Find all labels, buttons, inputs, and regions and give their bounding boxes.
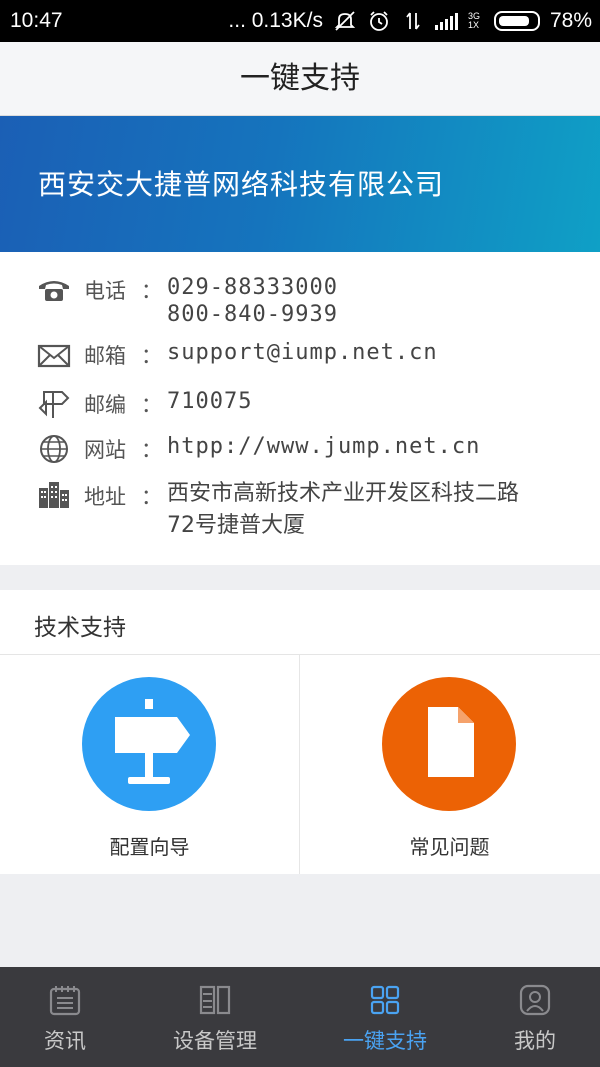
title-bar: 一键支持 (0, 42, 600, 116)
website-value[interactable]: htpp://www.jump.net.cn (167, 433, 577, 460)
status-bar: 10:47 ... 0.13K/s 3G 1X 78% (0, 0, 600, 42)
data-transfer-icon (406, 12, 420, 30)
config-wizard-tile[interactable]: 配置向导 (0, 655, 299, 874)
nav-device-label: 设备管理 (173, 1029, 257, 1053)
battery-icon (493, 11, 540, 31)
nav-news[interactable]: 资讯 (0, 967, 130, 1067)
address-label: 地址 (84, 485, 126, 509)
email-value[interactable]: support@iump.net.cn (167, 339, 577, 366)
phone-icon (39, 281, 69, 301)
status-time: 10:47 (10, 9, 63, 32)
nav-device-management[interactable]: 设备管理 (150, 967, 280, 1067)
page-title: 一键支持 (240, 61, 360, 96)
document-icon (428, 707, 474, 777)
signpost-icon (38, 391, 70, 418)
company-name: 西安交大捷普网络科技有限公司 (38, 168, 445, 201)
company-banner: 西安交大捷普网络科技有限公司 (0, 116, 600, 252)
battery-level: 78% (549, 9, 592, 32)
nav-news-label: 资讯 (44, 1029, 86, 1053)
contact-info-card: 电话 ： 029-88333000 800-840-9939 邮箱 ： supp… (0, 252, 600, 565)
alarm-icon (370, 11, 388, 31)
address-line-1: 西安市高新技术产业开发区科技二路 (167, 481, 520, 506)
tech-support-grid: 配置向导 常见问题 (0, 655, 600, 874)
nav-support-label: 一键支持 (343, 1029, 427, 1053)
globe-icon (40, 435, 68, 463)
building-icon (39, 482, 69, 508)
postcode-label: 邮编 (84, 393, 126, 417)
faq-label: 常见问题 (409, 835, 490, 859)
signal-icon (434, 12, 458, 30)
status-indicators: ... 0.13K/s 3G 1X 78% (228, 9, 592, 33)
tech-support-title: 技术支持 (34, 615, 126, 641)
website-colon: ： (141, 438, 162, 462)
phone-colon: ： (141, 279, 162, 303)
email-colon: ： (141, 344, 162, 368)
network-type: 3G 1X (467, 11, 480, 30)
nav-one-click-support[interactable]: 一键支持 (320, 967, 450, 1067)
mail-icon (37, 344, 71, 368)
grid-icon (370, 985, 400, 1015)
phone-value-2[interactable]: 800-840-9939 (167, 301, 577, 328)
profile-icon (519, 984, 551, 1016)
tech-support-header: 技术支持 (0, 590, 600, 655)
config-wizard-label: 配置向导 (109, 835, 190, 859)
address-line-2: 72号捷普大厦 (167, 513, 305, 538)
signpost-icon (115, 699, 190, 784)
email-label: 邮箱 (84, 344, 126, 368)
mute-icon (334, 11, 356, 31)
faq-circle[interactable] (382, 677, 516, 811)
device-icon (199, 985, 231, 1015)
address-colon: ： (141, 485, 162, 509)
phone-value-1[interactable]: 029-88333000 (167, 274, 577, 301)
postcode-value: 710075 (167, 389, 253, 414)
news-icon (49, 986, 81, 1016)
postcode-colon: ： (141, 393, 162, 417)
nav-mine-label: 我的 (514, 1029, 556, 1053)
faq-tile[interactable]: 常见问题 (300, 655, 599, 874)
config-wizard-circle[interactable] (82, 677, 216, 811)
phone-label: 电话 (84, 279, 126, 303)
website-label: 网站 (84, 438, 126, 462)
network-speed: ... 0.13K/s (228, 9, 323, 32)
nav-mine[interactable]: 我的 (470, 967, 600, 1067)
bottom-nav: 资讯 设备管理 一键支持 我的 (0, 967, 600, 1067)
